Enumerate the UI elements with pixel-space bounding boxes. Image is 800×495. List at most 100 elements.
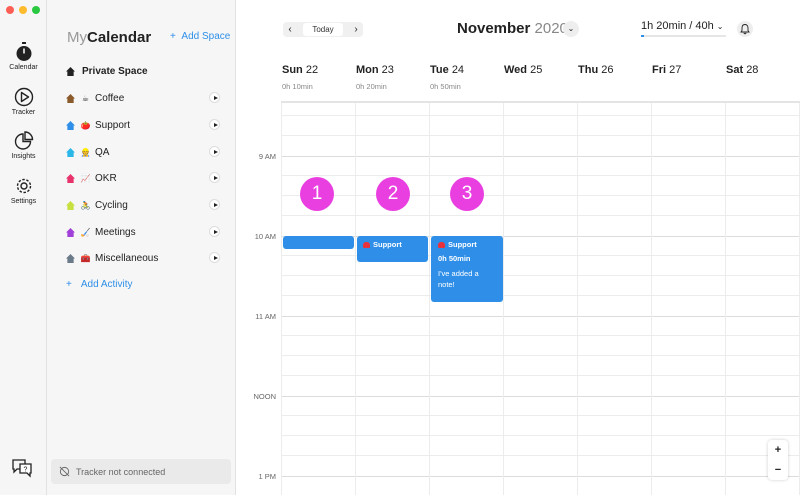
- activity-label: OKR: [95, 172, 117, 184]
- rail-item-calendar[interactable]: Calendar: [0, 42, 47, 71]
- day-header-sun[interactable]: Sun 22 0h 10min: [282, 64, 318, 91]
- day-name: Sat: [726, 64, 744, 76]
- pie-chart-icon: [14, 131, 33, 150]
- chevron-down-icon: ⌄: [567, 24, 575, 33]
- grid-line: [281, 396, 800, 397]
- day-header-mon[interactable]: Mon 23 0h 20min: [356, 64, 394, 91]
- month-picker-button[interactable]: ⌄: [563, 21, 579, 37]
- grid-line: [281, 435, 800, 436]
- add-activity-button[interactable]: + Add Activity: [66, 279, 133, 290]
- coffee-icon: ☕: [81, 93, 90, 103]
- day-column-divider: [429, 103, 430, 495]
- activity-item-meetings[interactable]: 🏑 Meetings: [66, 225, 226, 239]
- worker-icon: 👷: [80, 147, 91, 157]
- grid-line: [281, 115, 800, 116]
- play-button[interactable]: [209, 226, 220, 237]
- rail-item-settings[interactable]: Settings: [0, 176, 47, 205]
- zoom-out-button[interactable]: −: [768, 460, 788, 480]
- zoom-in-button[interactable]: +: [768, 440, 788, 460]
- tomato-icon: [438, 241, 445, 248]
- play-circle-icon: [14, 87, 33, 107]
- sidebar-title-text: Calendar: [87, 29, 152, 46]
- activity-item-okr[interactable]: 📈 OKR: [66, 171, 226, 185]
- activity-item-coffee[interactable]: ☕ Coffee: [66, 91, 226, 105]
- day-column-divider: [503, 103, 504, 495]
- annotation-marker-1: 1: [300, 177, 334, 211]
- day-column-divider: [281, 103, 282, 495]
- month-name: November: [457, 20, 531, 37]
- month-title: November 2020: [457, 20, 568, 37]
- tomato-icon: 🍅: [80, 120, 91, 130]
- grid-line: [281, 156, 800, 157]
- notifications-button[interactable]: [737, 21, 753, 37]
- event-tue-support[interactable]: Support 0h 50min I've added a note!: [431, 236, 503, 302]
- activity-label: Support: [95, 119, 131, 131]
- rail-label-calendar: Calendar: [9, 64, 38, 71]
- day-header-tue[interactable]: Tue 24 0h 50min: [430, 64, 464, 91]
- next-week-button[interactable]: ›: [349, 22, 363, 37]
- zoom-window-button[interactable]: [32, 6, 40, 14]
- rail-item-insights[interactable]: Insights: [0, 131, 47, 160]
- activity-item-cycling[interactable]: 🚴 Cycling: [66, 198, 226, 212]
- minimize-window-button[interactable]: [19, 6, 27, 14]
- weekly-goal-dropdown[interactable]: 1h 20min / 40h ⌄: [641, 20, 726, 37]
- day-number: 27: [669, 64, 682, 76]
- day-name: Thu: [578, 64, 599, 76]
- day-header-wed[interactable]: Wed 25: [504, 64, 542, 76]
- play-button[interactable]: [209, 119, 220, 130]
- space-name: Private Space: [82, 66, 148, 77]
- time-label-10am: 10 AM: [254, 232, 276, 241]
- time-label-noon: NOON: [253, 392, 277, 401]
- day-name: Wed: [504, 64, 528, 76]
- close-window-button[interactable]: [6, 6, 14, 14]
- chevron-right-icon: ›: [354, 24, 358, 35]
- add-space-button[interactable]: + Add Space: [170, 31, 230, 42]
- home-icon: [66, 173, 75, 183]
- day-header-fri[interactable]: Fri 27: [652, 64, 681, 76]
- previous-week-button[interactable]: ‹: [283, 22, 297, 37]
- tomato-icon: [363, 241, 370, 248]
- space-header[interactable]: Private Space: [66, 66, 148, 77]
- event-title: Support: [448, 240, 477, 249]
- stopwatch-icon: [16, 42, 31, 61]
- grid-line: [281, 355, 800, 356]
- day-header-sat[interactable]: Sat 28: [726, 64, 758, 76]
- tracker-off-icon: [59, 466, 70, 477]
- day-column-divider: [725, 103, 726, 495]
- today-button[interactable]: Today: [303, 23, 343, 36]
- home-icon: [66, 120, 75, 130]
- event-sun[interactable]: [283, 236, 354, 249]
- home-icon: [66, 67, 75, 76]
- play-button[interactable]: [209, 172, 220, 183]
- plus-icon: +: [170, 31, 176, 42]
- day-number: 26: [601, 64, 614, 76]
- play-button[interactable]: [209, 252, 220, 263]
- activity-label: Cycling: [95, 199, 128, 211]
- rail-label-settings: Settings: [10, 198, 37, 205]
- goal-progress-bar: [641, 35, 644, 37]
- help-button[interactable]: ?: [11, 458, 33, 483]
- annotation-marker-3: 3: [450, 177, 484, 211]
- rail-item-tracker[interactable]: Tracker: [0, 87, 47, 116]
- time-label-11am: 11 AM: [255, 312, 276, 321]
- tracker-status-label: Tracker not connected: [76, 466, 166, 477]
- day-header-thu[interactable]: Thu 26: [578, 64, 613, 76]
- chart-increasing-icon: 📈: [80, 173, 91, 183]
- play-button[interactable]: [209, 146, 220, 157]
- day-duration: 0h 50min: [430, 82, 461, 91]
- activity-item-miscellaneous[interactable]: 🧰 Miscellaneous: [66, 251, 226, 265]
- day-name: Sun: [282, 64, 303, 76]
- event-mon-support[interactable]: Support: [357, 236, 428, 262]
- activity-item-qa[interactable]: 👷 QA: [66, 145, 226, 159]
- play-button[interactable]: [209, 92, 220, 103]
- day-number: 22: [305, 64, 319, 76]
- play-button[interactable]: [209, 199, 220, 210]
- weekly-goal-value: 1h 20min / 40h: [641, 20, 714, 32]
- day-duration: 0h 10min: [282, 82, 313, 91]
- day-name: Tue: [430, 64, 449, 76]
- cyclist-icon: 🚴: [80, 200, 91, 210]
- add-activity-label: Add Activity: [80, 279, 133, 290]
- tracker-status[interactable]: Tracker not connected: [51, 459, 231, 484]
- activity-item-support[interactable]: 🍅 Support: [66, 118, 226, 132]
- calendar-grid[interactable]: [281, 103, 800, 495]
